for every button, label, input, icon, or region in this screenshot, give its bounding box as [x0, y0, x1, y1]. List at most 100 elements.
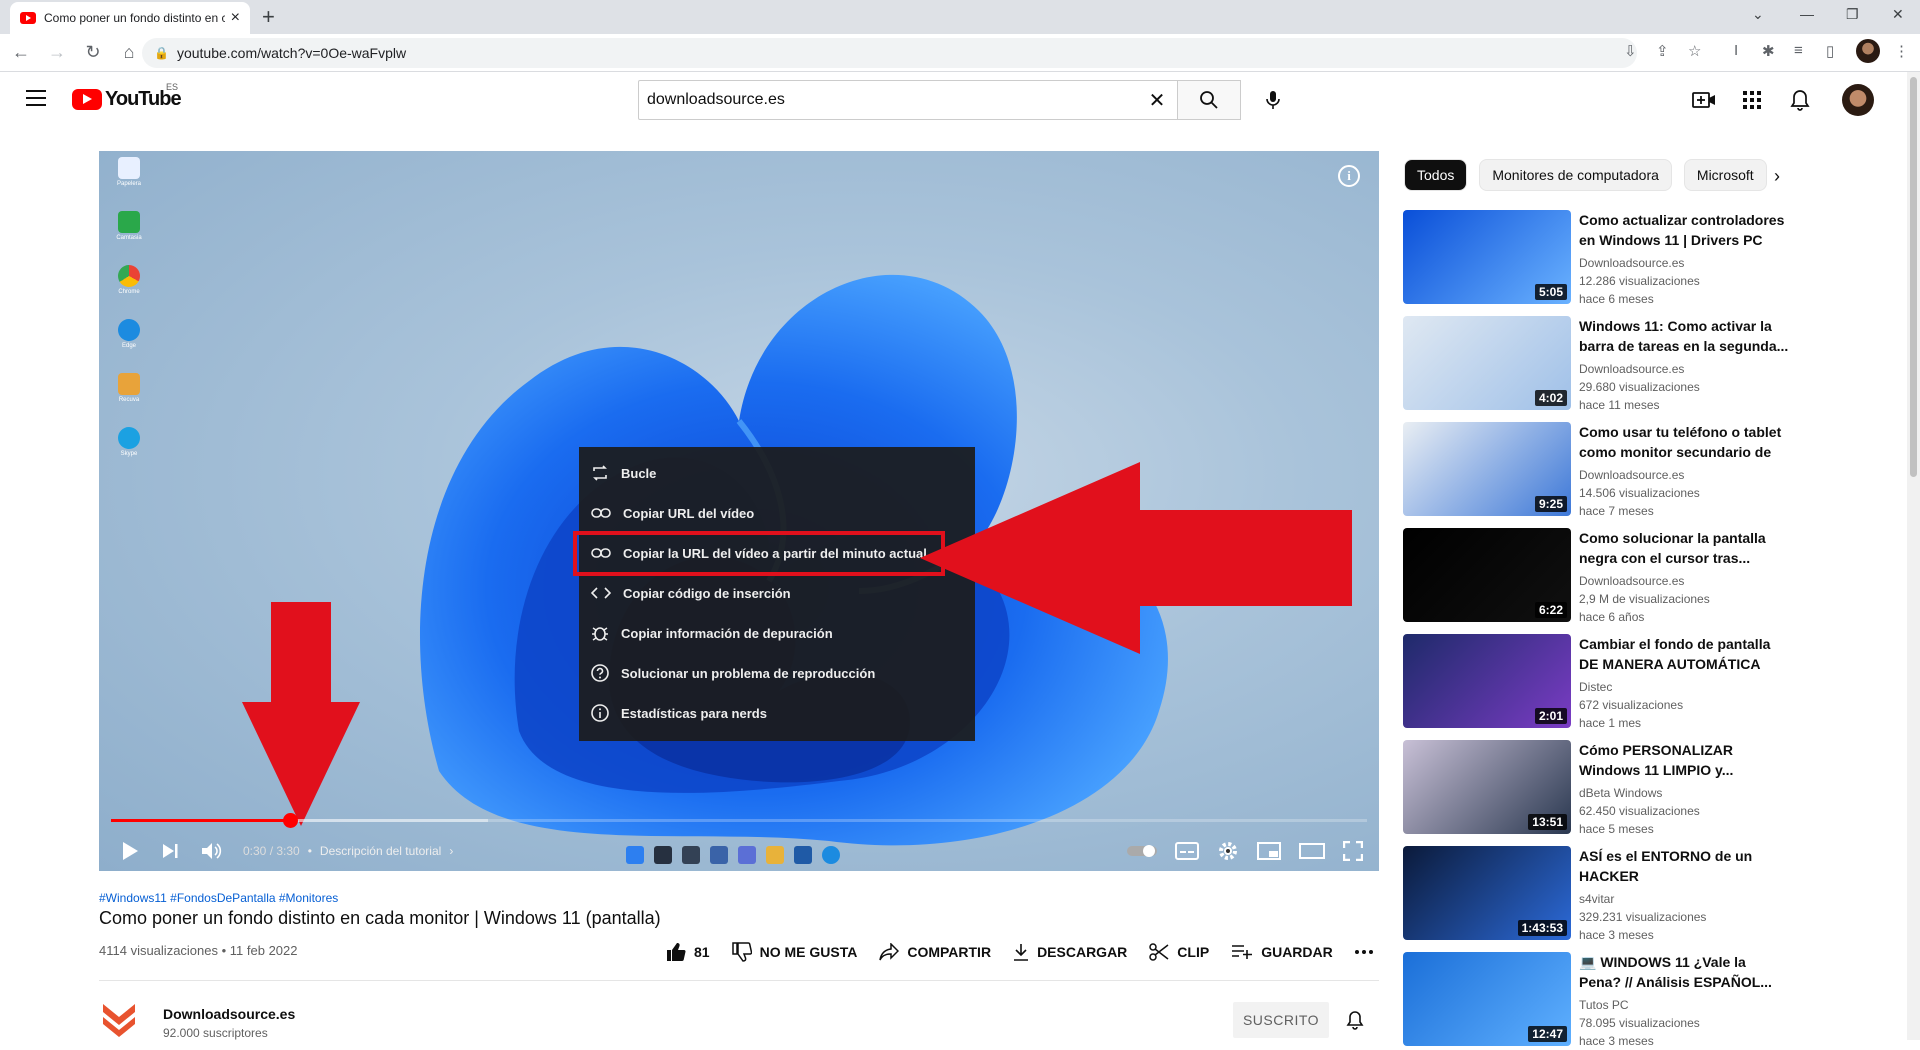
recommendation-channel[interactable]: Downloadsource.es: [1579, 572, 1789, 590]
search-input[interactable]: [647, 91, 1137, 109]
video-hashtags[interactable]: #Windows11 #FondosDePantalla #Monitores: [99, 891, 338, 905]
close-tab-icon[interactable]: ×: [231, 9, 240, 27]
recommendation-item[interactable]: 6:22 Como solucionar la pantalla negra co…: [1403, 528, 1873, 624]
recommendation-item[interactable]: 2:01 Cambiar el fondo de pantalla DE MANE…: [1403, 634, 1873, 730]
desktop-icon-chrome[interactable]: Chrome: [111, 265, 147, 296]
restore-icon[interactable]: ❐: [1846, 6, 1859, 23]
recommendation-channel[interactable]: Downloadsource.es: [1579, 360, 1789, 378]
recommendation-thumbnail[interactable]: 4:02: [1403, 316, 1571, 410]
scrollbar-thumb[interactable]: [1910, 77, 1917, 477]
recommendation-item[interactable]: 4:02 Windows 11: Como activar la barra de…: [1403, 316, 1873, 412]
account-avatar[interactable]: [1842, 84, 1874, 116]
miniplayer-button[interactable]: [1257, 842, 1281, 860]
reload-icon[interactable]: ↻: [78, 42, 108, 63]
notifications-button[interactable]: [1788, 88, 1812, 112]
recommendation-title[interactable]: Cambiar el fondo de pantalla DE MANERA A…: [1579, 634, 1789, 674]
recommendation-item[interactable]: 9:25 Como usar tu teléfono o tablet como …: [1403, 422, 1873, 518]
recommendation-thumbnail[interactable]: 6:22: [1403, 528, 1571, 622]
search-box[interactable]: ✕: [638, 80, 1178, 120]
search-button[interactable]: [1177, 80, 1241, 120]
recommendation-title[interactable]: 💻 WINDOWS 11 ¿Vale la Pena? // Análisis …: [1579, 952, 1789, 992]
recommendation-channel[interactable]: Distec: [1579, 678, 1789, 696]
share-button[interactable]: COMPARTIR: [879, 943, 991, 961]
desktop-icon-recuva[interactable]: Recuva: [111, 373, 147, 404]
close-window-icon[interactable]: ✕: [1892, 6, 1904, 23]
clip-button[interactable]: CLIP: [1149, 943, 1209, 961]
desktop-icon-skype[interactable]: Skype: [111, 427, 147, 458]
new-tab-icon[interactable]: +: [262, 4, 275, 30]
recommendation-channel[interactable]: s4vitar: [1579, 890, 1789, 908]
channel-bell-icon[interactable]: [1346, 1010, 1364, 1030]
apps-button[interactable]: [1740, 88, 1764, 112]
filter-chip[interactable]: Microsoft: [1683, 159, 1767, 191]
clear-search-icon[interactable]: ✕: [1137, 88, 1177, 113]
channel-avatar[interactable]: [99, 998, 139, 1038]
recommendation-thumbnail[interactable]: 5:05: [1403, 210, 1571, 304]
volume-button[interactable]: [201, 842, 223, 860]
chevron-right-icon[interactable]: ›: [449, 844, 453, 858]
fullscreen-button[interactable]: [1343, 841, 1363, 861]
recommendation-channel[interactable]: Tutos PC: [1579, 996, 1789, 1014]
recommendation-channel[interactable]: Downloadsource.es: [1579, 466, 1789, 484]
page-scrollbar[interactable]: [1907, 72, 1920, 1040]
menu-dots-icon[interactable]: ⋮: [1894, 42, 1909, 60]
home-icon[interactable]: ⌂: [114, 42, 144, 63]
context-menu-item[interactable]: Copiar código de inserción: [579, 573, 975, 613]
recommendation-title[interactable]: ASÍ es el ENTORNO de un HACKER: [1579, 846, 1789, 886]
chips-next-icon[interactable]: ›: [1774, 166, 1780, 187]
context-menu-item[interactable]: Copiar URL del vídeo: [579, 493, 975, 533]
recommendation-thumbnail[interactable]: 13:51: [1403, 740, 1571, 834]
recommendation-thumbnail[interactable]: 1:43:53: [1403, 846, 1571, 940]
tab-search-icon[interactable]: ⌄: [1752, 6, 1764, 23]
info-card-icon[interactable]: i: [1338, 165, 1360, 187]
profile-avatar[interactable]: [1856, 39, 1880, 63]
recommendation-title[interactable]: Cómo PERSONALIZAR Windows 11 LIMPIO y...: [1579, 740, 1789, 780]
forward-icon[interactable]: →: [42, 42, 72, 63]
subscribed-button[interactable]: SUSCRITO: [1233, 1002, 1329, 1038]
recommendation-thumbnail[interactable]: 12:47: [1403, 952, 1571, 1046]
context-menu-item[interactable]: Solucionar un problema de reproducción: [579, 653, 975, 693]
hamburger-menu-icon[interactable]: [26, 90, 46, 106]
create-video-button[interactable]: [1692, 88, 1716, 112]
share-icon[interactable]: ⇪: [1656, 42, 1669, 60]
recommendation-item[interactable]: 1:43:53 ASÍ es el ENTORNO de un HACKER s4v…: [1403, 846, 1873, 942]
bookmark-star-icon[interactable]: ☆: [1688, 42, 1701, 60]
desktop-icon-recycle-bin[interactable]: Papelera: [111, 157, 147, 188]
theater-mode-button[interactable]: [1299, 843, 1325, 859]
recommendation-title[interactable]: Como solucionar la pantalla negra con el…: [1579, 528, 1789, 568]
recommendation-title[interactable]: Windows 11: Como activar la barra de tar…: [1579, 316, 1789, 356]
recommendation-title[interactable]: Como usar tu teléfono o tablet como moni…: [1579, 422, 1789, 462]
context-menu-item[interactable]: Bucle: [579, 453, 975, 493]
settings-button[interactable]: [1217, 840, 1239, 862]
puzzle-icon[interactable]: ✱: [1762, 42, 1775, 60]
browser-tab[interactable]: Como poner un fondo distinto en cada mon…: [10, 2, 250, 34]
voice-search-button[interactable]: [1257, 84, 1289, 116]
minimize-icon[interactable]: —: [1800, 6, 1814, 22]
recommendation-item[interactable]: 5:05 Como actualizar controladores en Win…: [1403, 210, 1873, 306]
filter-chip[interactable]: Todos: [1404, 159, 1468, 191]
progress-bar[interactable]: [111, 813, 1367, 828]
filter-chip[interactable]: Monitores de computadora: [1479, 159, 1672, 191]
context-menu-item[interactable]: Estadísticas para nerds: [579, 693, 975, 733]
address-bar[interactable]: 🔒 youtube.com/watch?v=0Oe-waFvplw: [142, 38, 1637, 68]
recommendation-thumbnail[interactable]: 9:25: [1403, 422, 1571, 516]
recommendation-title[interactable]: Como actualizar controladores en Windows…: [1579, 210, 1789, 250]
recommendation-channel[interactable]: Downloadsource.es: [1579, 254, 1789, 272]
download-button[interactable]: DESCARGAR: [1013, 943, 1127, 961]
extension-icon[interactable]: I: [1734, 42, 1738, 59]
recommendation-item[interactable]: 13:51 Cómo PERSONALIZAR Windows 11 LIMPIO…: [1403, 740, 1873, 836]
subtitles-button[interactable]: [1175, 842, 1199, 860]
channel-name[interactable]: Downloadsource.es: [163, 1006, 295, 1022]
dislike-button[interactable]: NO ME GUSTA: [731, 942, 857, 962]
desktop-icon-camtasia[interactable]: Camtasia: [111, 211, 147, 242]
back-icon[interactable]: ←: [6, 42, 36, 63]
autoplay-toggle[interactable]: [1127, 844, 1157, 858]
recommendation-thumbnail[interactable]: 2:01: [1403, 634, 1571, 728]
like-button[interactable]: 81: [666, 942, 710, 962]
youtube-logo[interactable]: YouTube ES: [72, 82, 182, 111]
reading-list-icon[interactable]: ≡: [1794, 42, 1803, 59]
more-actions-button[interactable]: [1354, 950, 1381, 954]
desktop-icon-edge[interactable]: Edge: [111, 319, 147, 350]
save-button[interactable]: GUARDAR: [1231, 944, 1333, 960]
next-button[interactable]: [161, 842, 179, 860]
